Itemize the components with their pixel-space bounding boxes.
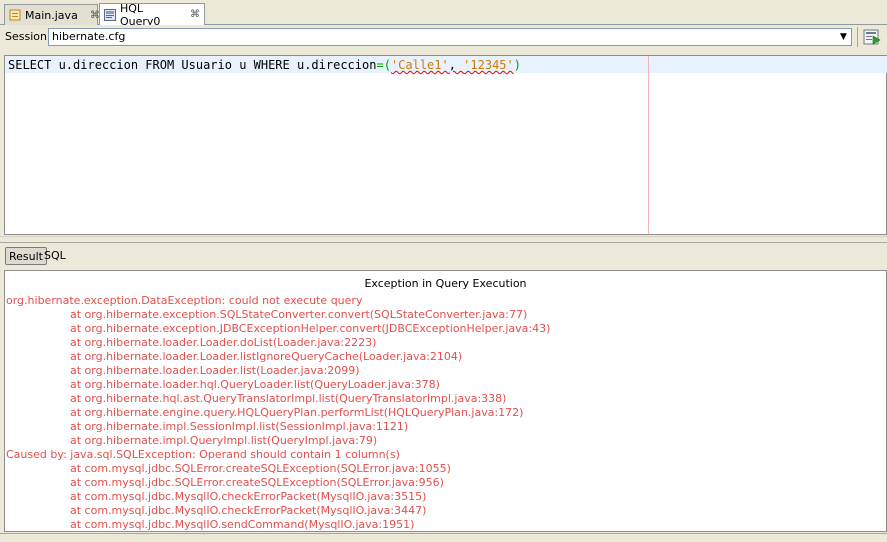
session-value: hibernate.cfg xyxy=(52,30,126,43)
stack-trace-line: at com.mysql.jdbc.MysqlIO.checkErrorPack… xyxy=(70,504,427,517)
stack-trace-line: at org.hibernate.impl.QueryImpl.list(Que… xyxy=(70,434,378,447)
stack-trace-line: at org.hibernate.loader.Loader.listIgnor… xyxy=(70,350,463,363)
session-label: Session: xyxy=(5,30,51,43)
stack-trace-line: Caused by: java.sql.SQLException: Operan… xyxy=(6,448,400,461)
query-text[interactable]: SELECT u.direccion FROM Usuario u WHERE … xyxy=(8,58,521,72)
query-comma: , xyxy=(448,58,464,72)
status-bar xyxy=(0,533,887,542)
stack-trace-line: at org.hibernate.impl.SessionImpl.list(S… xyxy=(70,420,409,433)
query-string-2: '12345' xyxy=(463,58,514,72)
stack-trace-line: at com.mysql.jdbc.SQLError.createSQLExce… xyxy=(70,462,451,475)
stack-trace-line: at org.hibernate.loader.hql.QueryLoader.… xyxy=(70,378,440,391)
query-close-paren: ) xyxy=(513,58,521,72)
tab-main-java[interactable]: Main.java ⌘ xyxy=(4,4,100,25)
tab-label: HQL Query0 xyxy=(120,1,161,28)
stack-trace-line: at org.hibernate.loader.Loader.doList(Lo… xyxy=(70,336,377,349)
stack-trace-line: at com.mysql.jdbc.MysqlIO.checkErrorPack… xyxy=(70,490,427,503)
close-tab-icon[interactable]: ⌘ xyxy=(190,9,200,20)
stack-trace-line: at com.mysql.jdbc.SQLError.createSQLExce… xyxy=(70,476,444,489)
stack-trace-line: at org.hibernate.hql.ast.QueryTranslator… xyxy=(70,392,507,405)
tab-hql-query0[interactable]: HQL Query0 ⌘ xyxy=(99,1,205,28)
stack-trace-line: at org.hibernate.engine.query.HQLQueryPl… xyxy=(70,406,524,419)
query-operator: =( xyxy=(376,58,391,72)
query-part: SELECT u.direccion FROM Usuario u WHERE … xyxy=(8,58,377,72)
chevron-down-icon[interactable]: ▼ xyxy=(836,29,851,45)
result-title: Exception in Query Execution xyxy=(364,277,527,290)
right-margin-guide xyxy=(648,56,649,234)
hql-editor[interactable] xyxy=(4,55,887,235)
stack-trace-line: at org.hibernate.exception.SQLStateConve… xyxy=(70,308,528,321)
run-query-button[interactable] xyxy=(862,27,882,47)
java-file-icon xyxy=(9,9,21,21)
stack-trace-line: at org.hibernate.loader.Loader.list(Load… xyxy=(70,364,360,377)
query-string-1: 'Calle1' xyxy=(390,58,449,72)
stack-trace-line: at org.hibernate.exception.JDBCException… xyxy=(70,322,551,335)
stack-trace-line: at com.mysql.jdbc.MysqlIO.sendCommand(My… xyxy=(70,518,415,531)
sql-tab-button[interactable]: SQL xyxy=(44,249,66,262)
toolbar-separator xyxy=(857,27,858,47)
run-query-icon xyxy=(863,29,881,45)
exception-stack-trace: org.hibernate.exception.DataException: c… xyxy=(6,294,884,532)
result-tab-button[interactable]: Result xyxy=(5,247,47,265)
tab-label: Main.java xyxy=(25,8,78,22)
hql-query-icon xyxy=(104,8,116,21)
stack-trace-line: org.hibernate.exception.DataException: c… xyxy=(6,294,363,307)
pane-splitter[interactable] xyxy=(0,236,887,243)
session-dropdown[interactable]: hibernate.cfg xyxy=(48,28,852,46)
